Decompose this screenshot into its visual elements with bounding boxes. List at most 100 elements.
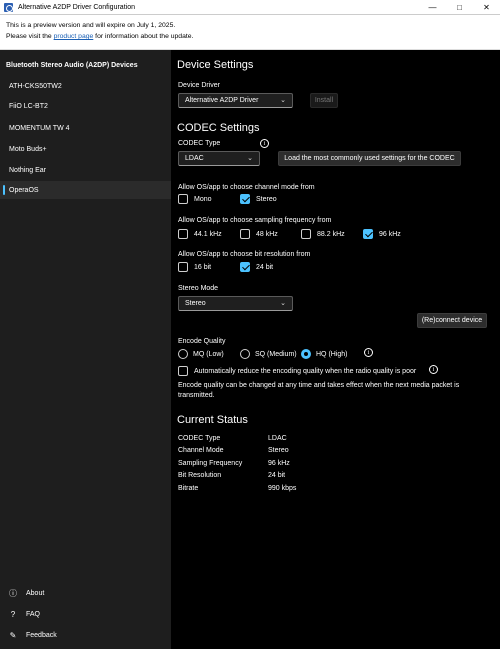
radio-circle <box>178 349 188 359</box>
sidebar-item-about[interactable]: ⓘ About <box>0 584 171 602</box>
freq-88-2-label: 88.2 kHz <box>317 230 345 238</box>
quality-mq-radio[interactable]: MQ (Low) <box>178 349 224 359</box>
codec-type-value: LDAC <box>185 155 204 162</box>
info-icon[interactable]: i <box>260 139 269 148</box>
status-key: Channel Mode <box>178 447 224 454</box>
status-row: Sampling Frequency 96 kHz <box>178 460 290 467</box>
auto-reduce-label: Automatically reduce the encoding qualit… <box>194 367 417 375</box>
bit-resolution-label: Allow OS/app to choose bit resolution fr… <box>178 251 311 258</box>
checkbox-box <box>178 229 188 239</box>
bit-16-checkbox[interactable]: 16 bit <box>178 262 211 272</box>
checkbox-box <box>178 366 188 376</box>
auto-reduce-checkbox[interactable]: Automatically reduce the encoding qualit… <box>178 366 416 376</box>
banner-text-after: for information about the update. <box>93 33 194 40</box>
sidebar-item-ath-cks50tw2[interactable]: ATH-CKS50TW2 <box>0 77 171 95</box>
question-icon: ? <box>10 609 16 619</box>
status-row: Bitrate 990 kbps <box>178 485 296 492</box>
freq-48-checkbox[interactable]: 48 kHz <box>240 229 278 239</box>
checkbox-box <box>301 229 311 239</box>
close-icon[interactable]: ✕ <box>473 0 500 15</box>
maximize-icon[interactable]: □ <box>446 0 473 15</box>
sidebar-item-faq[interactable]: ? FAQ <box>0 605 171 623</box>
sidebar-item-momentum-tw-4[interactable]: MOMENTUM TW 4 <box>0 119 171 137</box>
quality-mq-label: MQ (Low) <box>193 350 224 358</box>
stereo-mode-dropdown[interactable]: Stereo ⌄ <box>178 296 293 311</box>
sidebar-item-fiio-lc-bt2[interactable]: FiiO LC-BT2 <box>0 97 171 115</box>
freq-96-label: 96 kHz <box>379 230 401 238</box>
quality-hq-radio[interactable]: HQ (High) <box>301 349 348 359</box>
status-value: 96 kHz <box>268 460 290 467</box>
encode-quality-note: Encode quality can be changed at any tim… <box>178 381 459 401</box>
feedback-icon: ✎ <box>9 630 17 640</box>
freq-44-1-checkbox[interactable]: 44.1 kHz <box>178 229 222 239</box>
sidebar: Bluetooth Stereo Audio (A2DP) Devices AT… <box>0 50 171 649</box>
current-status-title: Current Status <box>177 414 248 426</box>
quality-sq-label: SQ (Medium) <box>255 350 297 358</box>
freq-44-1-label: 44.1 kHz <box>194 230 222 238</box>
status-key: Bit Resolution <box>178 472 222 479</box>
window-title: Alternative A2DP Driver Configuration <box>18 3 135 11</box>
banner-line-1: This is a preview version and will expir… <box>6 22 176 29</box>
sidebar-item-operaos[interactable]: OperaOS <box>0 181 171 199</box>
device-label: Moto Buds+ <box>9 145 47 153</box>
stereo-checkbox[interactable]: Stereo <box>240 194 277 204</box>
main-panel: Device Settings Device Driver Alternativ… <box>171 50 500 649</box>
load-common-settings-button[interactable]: Load the most commonly used settings for… <box>278 151 461 166</box>
bit-24-checkbox[interactable]: 24 bit <box>240 262 273 272</box>
status-value: LDAC <box>268 435 287 442</box>
info-icon[interactable]: i <box>364 348 373 357</box>
codec-type-dropdown[interactable]: LDAC ⌄ <box>178 151 260 166</box>
device-label: OperaOS <box>9 186 39 194</box>
sidebar-item-feedback[interactable]: ✎ Feedback <box>0 626 171 644</box>
mono-checkbox[interactable]: Mono <box>178 194 212 204</box>
sidebar-item-moto-buds[interactable]: Moto Buds+ <box>0 140 171 158</box>
status-key: Sampling Frequency <box>178 460 243 467</box>
info-icon: ⓘ <box>9 588 17 598</box>
quality-sq-radio[interactable]: SQ (Medium) <box>240 349 297 359</box>
sidebar-item-nothing-ear[interactable]: Nothing Ear <box>0 161 171 179</box>
freq-48-label: 48 kHz <box>256 230 278 238</box>
note-line-2: transmitted. <box>178 392 215 399</box>
checkbox-checked-icon <box>240 262 250 272</box>
codec-type-label: CODEC Type <box>178 140 221 147</box>
preview-banner: This is a preview version and will expir… <box>0 15 500 50</box>
mono-label: Mono <box>194 195 212 203</box>
window-titlebar: Alternative A2DP Driver Configuration — … <box>0 0 500 15</box>
status-value: 24 bit <box>268 472 286 479</box>
install-button[interactable]: Install <box>310 93 338 108</box>
stereo-label: Stereo <box>256 195 277 203</box>
status-key: Bitrate <box>178 485 199 492</box>
quality-hq-label: HQ (High) <box>316 350 348 358</box>
freq-88-2-checkbox[interactable]: 88.2 kHz <box>301 229 345 239</box>
sampling-frequency-label: Allow OS/app to choose sampling frequenc… <box>178 217 332 224</box>
note-line-1: Encode quality can be changed at any tim… <box>178 382 460 389</box>
status-row: CODEC Type LDAC <box>178 435 287 442</box>
minimize-icon[interactable]: — <box>419 0 446 15</box>
status-value: 990 kbps <box>268 485 297 492</box>
reconnect-device-button[interactable]: (Re)connect device <box>417 313 487 328</box>
bit-24-label: 24 bit <box>256 263 274 271</box>
product-page-link[interactable]: product page <box>54 33 94 40</box>
radio-selected-icon <box>301 349 311 359</box>
device-driver-dropdown[interactable]: Alternative A2DP Driver ⌄ <box>178 93 293 108</box>
codec-settings-title: CODEC Settings <box>177 122 260 134</box>
app-icon <box>4 2 13 12</box>
chevron-down-icon: ⌄ <box>280 300 286 307</box>
checkbox-checked-icon <box>363 229 373 239</box>
checkbox-box <box>178 194 188 204</box>
status-row: Channel Mode Stereo <box>178 447 289 454</box>
device-settings-title: Device Settings <box>177 59 254 71</box>
checkbox-box <box>178 262 188 272</box>
chevron-down-icon: ⌄ <box>247 155 253 162</box>
info-icon[interactable]: i <box>429 365 438 374</box>
stereo-mode-label: Stereo Mode <box>178 285 219 292</box>
feedback-label: Feedback <box>26 631 57 639</box>
stereo-mode-value: Stereo <box>185 300 206 307</box>
checkbox-checked-icon <box>240 194 250 204</box>
about-label: About <box>26 589 45 597</box>
freq-96-checkbox[interactable]: 96 kHz <box>363 229 401 239</box>
device-label: MOMENTUM TW 4 <box>9 124 70 132</box>
bit-16-label: 16 bit <box>194 263 212 271</box>
status-key: CODEC Type <box>178 435 221 442</box>
device-label: ATH-CKS50TW2 <box>9 82 62 90</box>
